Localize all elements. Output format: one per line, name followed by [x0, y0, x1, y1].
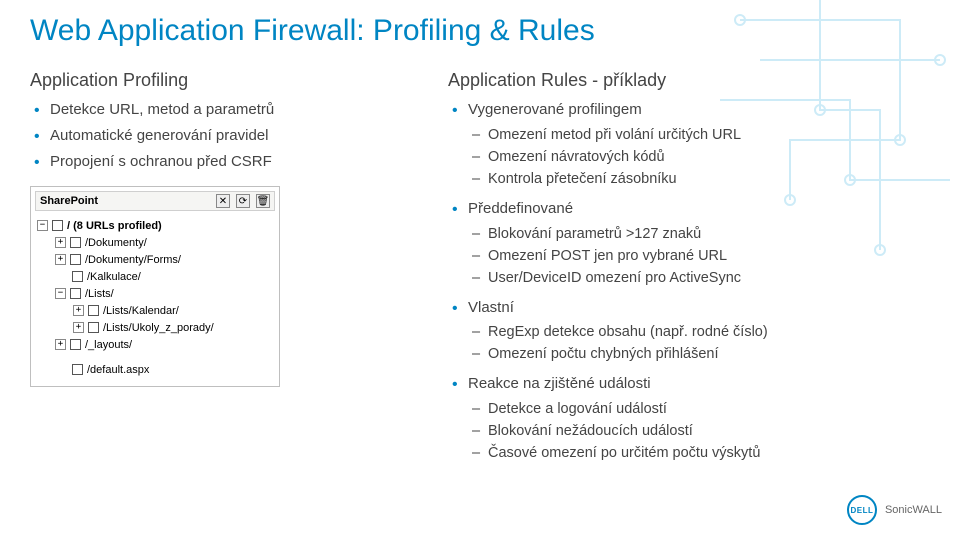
- window-close-icon[interactable]: ✕: [216, 194, 230, 208]
- right-column: Application Rules - příklady Vygenerovan…: [448, 70, 930, 478]
- rules-item: Detekce a logování událostí: [488, 399, 930, 420]
- rules-item: Omezení návratových kódů: [488, 147, 930, 168]
- tree-node-label: /Dokumenty/Forms/: [85, 254, 181, 266]
- right-heading: Application Rules - příklady: [448, 70, 930, 91]
- page-title: Web Application Firewall: Profiling & Ru…: [30, 14, 930, 48]
- checkbox[interactable]: [72, 271, 83, 282]
- expander-icon[interactable]: +: [55, 339, 66, 350]
- tree-node-label: /Lists/Kalendar/: [103, 305, 179, 317]
- tree-node[interactable]: + /Lists/Kalendar/: [37, 302, 275, 319]
- rules-item: Časové omezení po určitém počtu výskytů: [488, 443, 930, 464]
- expander-icon[interactable]: +: [73, 322, 84, 333]
- tree-node[interactable]: + /Dokumenty/Forms/: [37, 251, 275, 268]
- tree-node[interactable]: − /Lists/: [37, 285, 275, 302]
- checkbox[interactable]: [70, 237, 81, 248]
- expander-icon[interactable]: −: [37, 220, 48, 231]
- rules-item: Omezení počtu chybných přihlášení: [488, 344, 930, 365]
- checkbox[interactable]: [70, 254, 81, 265]
- left-column: Application Profiling Detekce URL, metod…: [30, 70, 408, 478]
- left-bullets: Detekce URL, metod a parametrů Automatic…: [30, 99, 408, 172]
- tree-node[interactable]: /Kalkulace/: [37, 268, 275, 285]
- tree-node[interactable]: /default.aspx: [37, 361, 275, 378]
- tree-node-label: /Kalkulace/: [87, 271, 141, 283]
- left-bullet: Detekce URL, metod a parametrů: [50, 99, 408, 121]
- dell-logo-icon: DELL: [847, 495, 877, 525]
- expander-icon[interactable]: +: [73, 305, 84, 316]
- sharepoint-tree-window: SharePoint ✕ ⟳ 🗑 − / (8 URLs profiled) +…: [30, 186, 280, 387]
- tree-node-label: /default.aspx: [87, 364, 149, 376]
- left-heading: Application Profiling: [30, 70, 408, 91]
- checkbox[interactable]: [72, 364, 83, 375]
- tree-node-label: /Lists/: [85, 288, 114, 300]
- checkbox[interactable]: [70, 288, 81, 299]
- tree-node-label: /_layouts/: [85, 339, 132, 351]
- tree-root[interactable]: − / (8 URLs profiled): [37, 217, 275, 234]
- rules-item: Omezení metod při volání určitých URL: [488, 125, 930, 146]
- rules-group-label: Vlastní: [468, 297, 930, 319]
- tree-node[interactable]: + /_layouts/: [37, 336, 275, 353]
- window-refresh-icon[interactable]: ⟳: [236, 194, 250, 208]
- checkbox[interactable]: [88, 322, 99, 333]
- rules-item: Blokování nežádoucích událostí: [488, 421, 930, 442]
- slide: Web Application Firewall: Profiling & Ru…: [0, 0, 960, 539]
- checkbox[interactable]: [70, 339, 81, 350]
- checkbox[interactable]: [88, 305, 99, 316]
- tree-app-name: SharePoint: [40, 195, 210, 207]
- rules-group-label: Reakce na zjištěné události: [468, 373, 930, 395]
- tree-node[interactable]: + /Dokumenty/: [37, 234, 275, 251]
- window-delete-icon[interactable]: 🗑: [256, 194, 270, 208]
- rules-item: RegExp detekce obsahu (např. rodné číslo…: [488, 322, 930, 343]
- tree-node-label: /Lists/Ukoly_z_porady/: [103, 322, 214, 334]
- left-bullet: Automatické generování pravidel: [50, 125, 408, 147]
- rules-group: Vygenerované profilingem Omezení metod p…: [448, 99, 930, 464]
- checkbox[interactable]: [52, 220, 63, 231]
- left-bullet: Propojení s ochranou před CSRF: [50, 151, 408, 173]
- rules-item: Kontrola přetečení zásobníku: [488, 169, 930, 190]
- rules-group-label: Vygenerované profilingem: [468, 99, 930, 121]
- rules-group-label: Předdefinované: [468, 198, 930, 220]
- subbrand-label: SonicWALL: [885, 504, 942, 516]
- rules-item: Blokování parametrů >127 znaků: [488, 224, 930, 245]
- tree-root-label: / (8 URLs profiled): [67, 220, 162, 232]
- expander-icon[interactable]: +: [55, 237, 66, 248]
- tree-node[interactable]: + /Lists/Ukoly_z_porady/: [37, 319, 275, 336]
- expander-icon[interactable]: +: [55, 254, 66, 265]
- expander-icon[interactable]: −: [55, 288, 66, 299]
- tree-node-label: /Dokumenty/: [85, 237, 147, 249]
- tree-body: − / (8 URLs profiled) + /Dokumenty/ + /D…: [35, 217, 275, 378]
- tree-titlebar: SharePoint ✕ ⟳ 🗑: [35, 191, 275, 211]
- rules-item: Omezení POST jen pro vybrané URL: [488, 246, 930, 267]
- rules-item: User/DeviceID omezení pro ActiveSync: [488, 268, 930, 289]
- brand-area: DELL SonicWALL: [847, 495, 942, 525]
